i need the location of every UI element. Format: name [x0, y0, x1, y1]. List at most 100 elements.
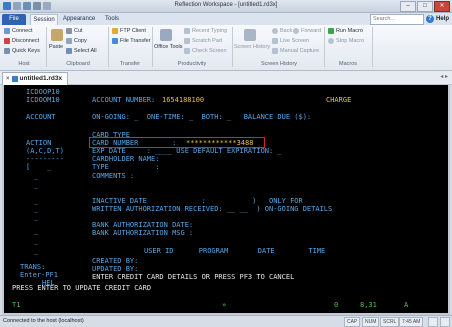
- action-input[interactable]: [ _: [26, 163, 51, 171]
- blank-line-mark: _: [34, 237, 39, 245]
- ftp-client-button[interactable]: FTP Client: [112, 28, 146, 34]
- action-codes: (A,C,D,T): [26, 147, 64, 155]
- type-line[interactable]: TYPE :: [92, 163, 159, 171]
- help-icon[interactable]: ?: [426, 15, 434, 23]
- copy-icon: [66, 38, 72, 44]
- scroll-indicator: SCRL: [380, 317, 400, 327]
- cardholder-name-line[interactable]: CARDHOLDER NAME:: [92, 155, 159, 163]
- window-title: Reflection Workspace - [untitled1.rd3x]: [174, 2, 278, 8]
- account-number-label: ACCOUNT NUMBER:: [92, 96, 156, 104]
- terminal-screen[interactable]: ICDOOP10 ICDOOM10 ACCOUNT ACTION (A,C,D,…: [4, 85, 448, 313]
- blank-line-mark: _: [34, 247, 39, 255]
- ftp-icon: [112, 28, 118, 34]
- written-authorization-line[interactable]: WRITTEN AUTHORIZATION RECEIVED: __ __ ) …: [92, 205, 332, 213]
- disconnect-icon: [4, 38, 10, 44]
- help-label[interactable]: Help: [436, 14, 449, 25]
- audit-columns-header: USER ID PROGRAM DATE TIME: [144, 247, 326, 255]
- disconnect-button[interactable]: Disconnect: [4, 38, 39, 44]
- caps-indicator: CAP: [344, 317, 361, 327]
- tab-file[interactable]: File: [2, 14, 26, 25]
- tab-appearance[interactable]: Appearance: [60, 14, 98, 25]
- recent-typing-icon: [184, 28, 190, 34]
- run-macro-button[interactable]: Run Macro: [328, 28, 363, 34]
- maximize-button[interactable]: □: [417, 1, 433, 12]
- layout-icon[interactable]: [428, 317, 438, 327]
- connect-button[interactable]: Connect: [4, 28, 33, 34]
- bank-authorization-date-line: BANK AUTHORIZATION DATE:: [92, 221, 194, 229]
- status-bar: Connected to the host (localhost) CAP NU…: [0, 315, 452, 327]
- minimize-button[interactable]: –: [400, 1, 416, 12]
- file-transfer-button[interactable]: File Transfer: [112, 38, 151, 44]
- connect-icon: [4, 28, 10, 34]
- close-button[interactable]: ✕: [434, 1, 450, 12]
- tab-tools[interactable]: Tools: [101, 14, 123, 25]
- ribbon: Connect Disconnect Quick Keys Host Paste…: [0, 25, 452, 71]
- screen-history-icon[interactable]: [244, 29, 256, 41]
- live-screen-icon: [272, 38, 278, 44]
- title-bar: Reflection Workspace - [untitled1.rd3x] …: [0, 0, 452, 13]
- document-tab-label: untitled1.rd3x: [19, 75, 63, 82]
- stop-macro-icon: [328, 38, 334, 44]
- paste-button[interactable]: Paste: [49, 44, 63, 50]
- settings-icon[interactable]: [440, 317, 450, 327]
- close-tab-icon[interactable]: ×: [6, 73, 10, 85]
- spell-check-icon: [184, 48, 190, 54]
- enter-pf1-label: Enter-PF1: [20, 271, 58, 279]
- blank-line-mark: _: [34, 227, 39, 235]
- exp-date-line[interactable]: EXP DATE : ____ USE DEFAULT EXPIRATION: …: [92, 147, 282, 155]
- office-tools-icon[interactable]: [160, 29, 172, 41]
- terminal-status-session: T1: [12, 301, 21, 309]
- program-id: ICDOOP10: [26, 88, 60, 96]
- live-screen-button[interactable]: Live Screen: [272, 38, 309, 44]
- scratch-pad-icon: [184, 38, 190, 44]
- select-all-button[interactable]: Select All: [66, 48, 97, 54]
- paste-icon[interactable]: [51, 29, 63, 41]
- blank-line-mark: _: [34, 205, 39, 213]
- action-label: ACTION: [26, 139, 52, 147]
- group-divider: [152, 27, 153, 67]
- blank-line-mark: _: [34, 172, 39, 180]
- terminal-status-num: 0: [334, 301, 339, 309]
- stop-macro-button[interactable]: Stop Macro: [328, 38, 364, 44]
- group-label-screen-history: Screen History: [260, 61, 298, 67]
- trans-label: TRANS:: [20, 263, 46, 271]
- back-button[interactable]: Back: [272, 28, 292, 34]
- document-tab[interactable]: × untitled1.rd3x: [2, 72, 69, 85]
- map-id: ICDOOM10: [26, 96, 60, 104]
- quick-keys-button[interactable]: Quick Keys: [4, 48, 40, 54]
- bank-authorization-msg-line: BANK AUTHORIZATION MSG :: [92, 229, 194, 237]
- group-divider: [324, 27, 325, 67]
- updated-by-line: UPDATED BY:: [92, 265, 139, 273]
- charge-label: CHARGE: [326, 96, 352, 104]
- forward-icon: [293, 28, 299, 34]
- screen-history-button[interactable]: Screen History: [234, 44, 270, 50]
- group-label-host: Host: [18, 61, 30, 67]
- group-divider: [372, 27, 373, 67]
- tab-scroll-arrows-icon[interactable]: ◂ ▸: [440, 73, 448, 80]
- clock: 7:45 AM: [399, 317, 424, 327]
- keyboard-icon: [4, 48, 10, 54]
- forward-button[interactable]: Forward: [293, 28, 321, 34]
- cut-button[interactable]: Cut: [66, 28, 83, 34]
- group-label-transfer: Transfer: [119, 61, 141, 67]
- inactive-date-line[interactable]: INACTIVE DATE : ) ONLY FOR: [92, 197, 303, 205]
- comments-line[interactable]: COMMENTS :: [92, 172, 134, 180]
- ribbon-tabs: File Session Appearance Tools Search... …: [0, 13, 452, 26]
- office-tools-button[interactable]: Office Tools: [154, 44, 183, 50]
- ongoing-line[interactable]: ON-GOING: _ ONE-TIME: _ BOTH: _ BALANCE …: [92, 113, 311, 121]
- capture-icon: [272, 48, 278, 54]
- action-divider: ---------: [26, 155, 64, 163]
- group-label-macros: Macros: [338, 61, 358, 67]
- recent-typing-button[interactable]: Recent Typing: [184, 28, 227, 34]
- terminal-status-indicator: »: [222, 301, 227, 309]
- terminal-frame: ICDOOP10 ICDOOM10 ACCOUNT ACTION (A,C,D,…: [2, 85, 450, 315]
- group-divider: [232, 27, 233, 67]
- manual-capture-button[interactable]: Manual Capture: [272, 48, 319, 54]
- copy-button[interactable]: Copy: [66, 38, 87, 44]
- scissors-icon: [66, 28, 72, 34]
- group-label-productivity: Productivity: [177, 61, 207, 67]
- account-label-left: ACCOUNT: [26, 113, 56, 121]
- search-input[interactable]: Search...: [370, 14, 424, 25]
- scratch-pad-button[interactable]: Scratch Pad: [184, 38, 222, 44]
- check-screen-button[interactable]: Check Screen: [184, 48, 227, 54]
